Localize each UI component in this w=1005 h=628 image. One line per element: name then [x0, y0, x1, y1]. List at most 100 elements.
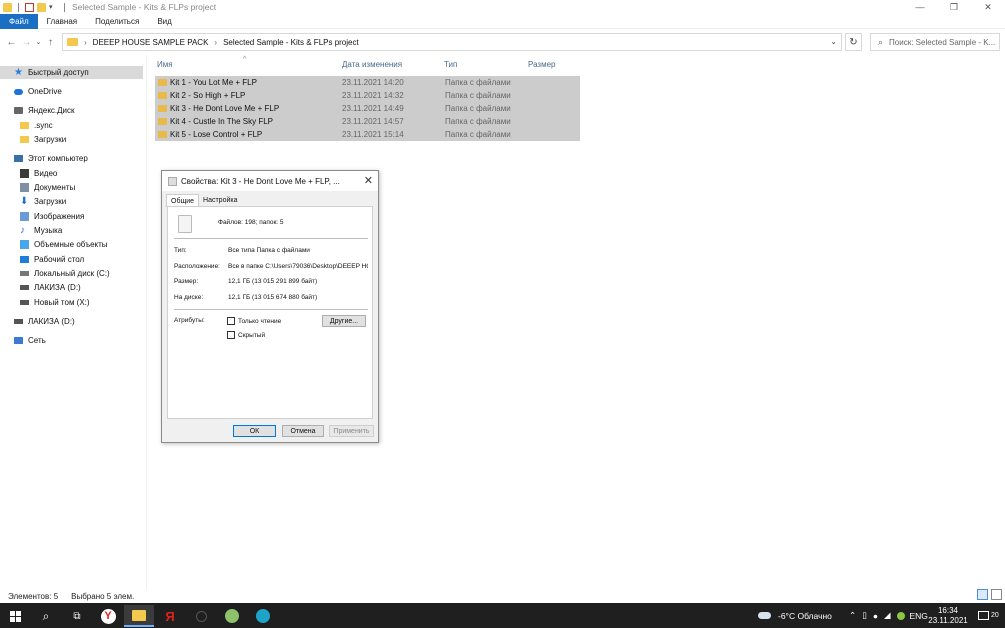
taskbar-file-explorer[interactable] [124, 605, 154, 627]
nav-item-this-pc[interactable]: Этот компьютер [14, 152, 88, 165]
tab-share[interactable]: Поделиться [86, 14, 148, 29]
network-icon [14, 337, 23, 344]
tab-file[interactable]: Файл [0, 13, 38, 29]
task-view-icon: ⧉ [73, 610, 81, 622]
taskbar-yandex-browser[interactable]: Y [93, 605, 123, 627]
nav-item-pictures[interactable]: Изображения [20, 210, 84, 223]
clock[interactable]: 16:34 23.11.2021 [928, 606, 968, 626]
file-date: 23.11.2021 14:32 [342, 91, 404, 100]
drive-icon [20, 271, 29, 276]
nav-item-downloads-yandex[interactable]: Загрузки [20, 133, 66, 146]
taskbar-yandex[interactable]: Я [155, 605, 185, 627]
nav-item-yandex-disk[interactable]: Яндекс.Диск [14, 104, 75, 117]
notification-center-button[interactable]: 20 [978, 603, 999, 628]
details-view-icon[interactable] [977, 589, 988, 600]
nav-item-drive-x[interactable]: Новый том (X:) [20, 296, 90, 309]
nav-item-sync[interactable]: .sync [20, 119, 53, 132]
taskbar-app[interactable] [186, 605, 216, 627]
file-date: 23.11.2021 14:20 [342, 78, 404, 87]
column-header-type[interactable]: Тип [444, 56, 457, 72]
weather-widget[interactable]: -6°C Облачно [758, 603, 832, 628]
language-indicator[interactable]: ENG [910, 611, 928, 621]
disk-size-label: На диске: [174, 294, 204, 301]
large-icons-view-icon[interactable] [991, 589, 1002, 600]
nav-item-documents[interactable]: Документы [20, 181, 75, 194]
column-header-size[interactable]: Размер [528, 56, 556, 72]
folder-icon [20, 136, 29, 143]
star-icon: ★ [14, 67, 23, 78]
minimize-button[interactable]: — [903, 0, 937, 14]
notification-icon [978, 611, 989, 620]
drive-icon [20, 285, 29, 290]
back-button[interactable]: ← [4, 33, 19, 51]
refresh-button[interactable]: ↻ [845, 33, 862, 51]
separator [64, 2, 65, 12]
breadcrumb-item[interactable]: Selected Sample - Kits & FLPs project [223, 38, 359, 47]
microphone-icon[interactable]: ● [873, 611, 878, 621]
table-row[interactable]: Kit 2 - So High + FLP 23.11.2021 14:32 П… [155, 89, 580, 102]
close-icon[interactable]: ✕ [364, 174, 373, 187]
nav-item-3d-objects[interactable]: Объемные объекты [20, 238, 108, 251]
nav-label: Локальный диск (C:) [34, 269, 110, 278]
pane-divider[interactable] [146, 55, 147, 590]
ok-button[interactable]: ОК [233, 425, 276, 437]
table-row[interactable]: Kit 5 - Lose Control + FLP 23.11.2021 15… [155, 128, 580, 141]
folders-icon [178, 215, 192, 233]
hidden-label[interactable]: Скрытый [238, 332, 265, 339]
nav-item-video[interactable]: Видео [20, 167, 57, 180]
breadcrumb-separator[interactable]: › [214, 38, 217, 47]
nav-item-downloads[interactable]: ⬇ Загрузки [20, 195, 66, 208]
search-button[interactable]: ⌕ [31, 605, 61, 627]
column-header-name[interactable]: Имя [157, 56, 173, 72]
nav-item-music[interactable]: ♪ Музыка [20, 224, 62, 237]
nav-label: Объемные объекты [34, 240, 108, 249]
apply-button[interactable]: Применить [329, 425, 374, 437]
volume-icon[interactable]: ◢ [884, 610, 891, 621]
table-row[interactable]: Kit 3 - He Dont Love Me + FLP 23.11.2021… [155, 102, 580, 115]
restore-button[interactable]: ❐ [937, 0, 971, 14]
start-button[interactable] [0, 605, 30, 627]
nav-item-drive-c[interactable]: Локальный диск (C:) [20, 267, 110, 280]
documents-icon [20, 183, 29, 192]
hidden-checkbox[interactable] [227, 331, 235, 339]
table-row[interactable]: Kit 1 - You Lot Me + FLP 23.11.2021 14:2… [155, 76, 580, 89]
chevron-down-icon[interactable]: ⌄ [830, 37, 837, 46]
readonly-label[interactable]: Только чтение [238, 318, 281, 325]
close-button[interactable]: ✕ [971, 0, 1005, 14]
breadcrumb-item[interactable]: DEEEP HOUSE SAMPLE PACK [93, 38, 209, 47]
app-tray-icon[interactable] [896, 611, 905, 620]
table-row[interactable]: Kit 4 - Custle In The Sky FLP 23.11.2021… [155, 115, 580, 128]
nav-item-drive-d[interactable]: ЛАКИЗА (D:) [20, 281, 81, 294]
dialog-title-bar[interactable]: Свойства: Kit 3 - He Dont Love Me + FLP,… [162, 171, 378, 191]
recent-locations-icon[interactable]: ⌄ [34, 33, 43, 51]
tab-view[interactable]: Вид [148, 14, 180, 29]
new-folder-icon[interactable] [37, 2, 46, 12]
readonly-checkbox[interactable] [227, 317, 235, 325]
properties-icon[interactable] [25, 2, 34, 12]
address-bar[interactable]: › DEEEP HOUSE SAMPLE PACK › Selected Sam… [62, 33, 842, 51]
taskbar-photos[interactable] [217, 605, 247, 627]
nav-item-drive-d-root[interactable]: ЛАКИЗА (D:) [14, 315, 75, 328]
nav-label: ЛАКИЗА (D:) [28, 317, 75, 326]
other-attributes-button[interactable]: Другие... [322, 315, 366, 327]
taskbar-edge[interactable] [248, 605, 278, 627]
task-view-button[interactable]: ⧉ [62, 605, 92, 627]
column-header-date[interactable]: Дата изменения [342, 56, 402, 72]
tab-home[interactable]: Главная [38, 14, 86, 29]
search-input[interactable]: ⌕ Поиск: Selected Sample - K... [870, 33, 1000, 51]
nav-item-desktop[interactable]: Рабочий стол [20, 253, 84, 266]
nav-item-onedrive[interactable]: OneDrive [14, 85, 62, 98]
nav-item-quick-access[interactable]: ★ Быстрый доступ [0, 66, 143, 79]
up-button[interactable]: ↑ [43, 33, 58, 51]
quick-access-dropdown-icon[interactable]: ▾ [49, 3, 58, 12]
file-explorer-icon [132, 609, 146, 621]
yandex-icon: Я [165, 608, 175, 624]
chevron-up-icon[interactable]: ⌃ [849, 610, 856, 621]
music-icon: ♪ [20, 225, 25, 236]
network-icon[interactable]: ▯ [862, 610, 867, 621]
photos-icon [225, 609, 239, 623]
3d-objects-icon [20, 240, 29, 249]
cancel-button[interactable]: Отмена [282, 425, 324, 437]
forward-button[interactable]: → [19, 33, 34, 51]
nav-item-network[interactable]: Сеть [14, 334, 46, 347]
